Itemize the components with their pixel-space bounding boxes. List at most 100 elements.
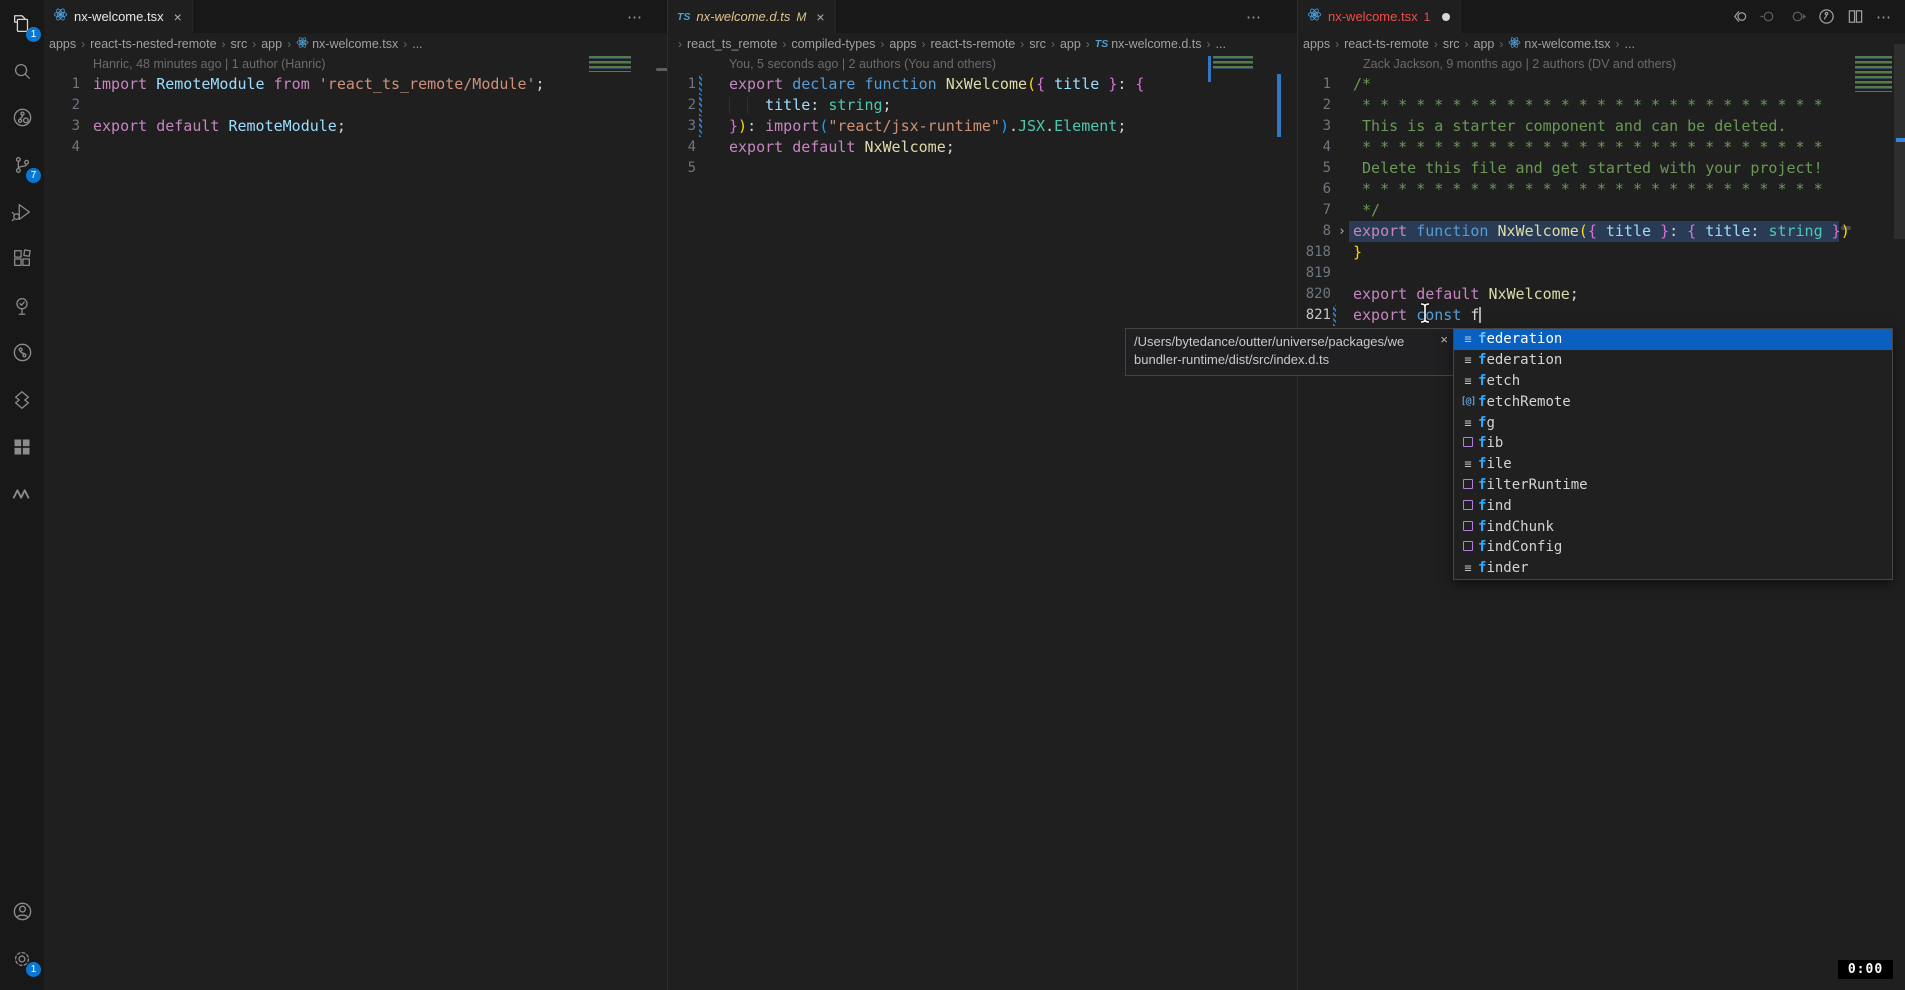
code-area[interactable]: 1export declare function NxWelcome({ tit… [668,74,1298,179]
minimap[interactable] [1213,56,1253,70]
previous-change-icon[interactable] [1760,8,1777,25]
breadcrumb-item[interactable]: react_ts_remote [687,37,777,51]
suggestion-item[interactable]: ≡federation [1454,350,1892,371]
code-line[interactable]: 821export const f [1298,305,1905,326]
breadcrumb-item[interactable]: nx-welcome.tsx [296,36,398,52]
code-line[interactable]: 6 * * * * * * * * * * * * * * * * * * * … [1298,179,1905,200]
breadcrumb-item[interactable]: react-ts-remote [1344,37,1429,51]
line-number: 4 [44,137,80,158]
minimap[interactable] [589,56,631,72]
code-line[interactable]: 5 Delete this file and get started with … [1298,158,1905,179]
typescript-file-icon: TS [1095,38,1108,50]
breadcrumb-item[interactable]: app [1060,37,1081,51]
more-actions-icon[interactable]: ⋯ [1876,8,1892,26]
code-line[interactable]: 818} [1298,242,1905,263]
code-line[interactable]: 4 * * * * * * * * * * * * * * * * * * * … [1298,137,1905,158]
wave-view-icon[interactable] [0,470,44,517]
extensions-icon[interactable] [0,235,44,282]
search-icon[interactable] [0,47,44,94]
suggestion-item[interactable]: filterRuntime [1454,475,1892,496]
suggestion-item[interactable]: findChunk [1454,516,1892,537]
code-line[interactable]: 3 This is a starter component and can be… [1298,116,1905,137]
close-icon[interactable]: × [1440,332,1448,347]
code-line[interactable]: 819 [1298,263,1905,284]
grid-view-icon[interactable] [0,423,44,470]
breadcrumb-item[interactable]: app [1474,37,1495,51]
split-editor-icon[interactable] [1847,8,1864,25]
path-line-1: /Users/bytedance/outter/universe/package… [1134,333,1430,350]
code-area[interactable]: 1/*2 * * * * * * * * * * * * * * * * * *… [1298,74,1905,326]
code-line[interactable]: 1import RemoteModule from 'react_ts_remo… [44,74,667,95]
breadcrumb-item[interactable]: react-ts-remote [931,37,1016,51]
suggestion-item[interactable]: ≡federation [1454,329,1892,350]
breadcrumb-separator: › [403,37,407,51]
minimap[interactable] [1855,56,1892,92]
navigate-back-icon[interactable] [1731,8,1748,25]
tab-bar: nx-welcome.tsx 1 ⋯ [1298,0,1905,33]
custom-view-icon[interactable] [0,376,44,423]
gitlens-icon[interactable] [0,94,44,141]
line-number: 3 [1298,116,1331,137]
unsaved-dot-icon[interactable] [1442,13,1450,21]
breadcrumb-item[interactable]: ... [412,37,422,51]
tab-nx-welcome-dts[interactable]: TS nx-welcome.d.ts M × [668,0,836,33]
code-line[interactable]: 7 */ [1298,200,1905,221]
code-line[interactable]: 820export default NxWelcome; [1298,284,1905,305]
code-area[interactable]: 1import RemoteModule from 'react_ts_remo… [44,74,667,158]
code-line[interactable]: 4 [44,137,667,158]
tab-close-icon[interactable]: × [816,9,824,25]
breadcrumb-item[interactable]: apps [1303,37,1330,51]
code-line[interactable]: 1export declare function NxWelcome({ tit… [668,74,1298,95]
breadcrumb-item[interactable]: apps [889,37,916,51]
more-actions-icon[interactable]: ⋯ [1246,8,1262,26]
settings-icon[interactable]: 1 [0,935,44,982]
breadcrumb-item[interactable]: src [1443,37,1460,51]
tab-nx-welcome-tsx[interactable]: nx-welcome.tsx × [44,0,193,33]
suggestion-item[interactable]: fib [1454,433,1892,454]
breadcrumb-item[interactable]: src [1029,37,1046,51]
code-line[interactable]: 2 * * * * * * * * * * * * * * * * * * * … [1298,95,1905,116]
breadcrumb-item[interactable]: TSnx-welcome.d.ts [1095,37,1202,51]
breadcrumb-item[interactable]: ... [1216,37,1226,51]
suggestion-item[interactable]: findConfig [1454,537,1892,558]
next-change-icon[interactable] [1789,8,1806,25]
breadcrumb-item[interactable]: react-ts-nested-remote [90,37,216,51]
code-line[interactable]: 4export default NxWelcome; [668,137,1298,158]
code-line[interactable]: 2 [44,95,667,116]
code-line[interactable]: 3export default RemoteModule; [44,116,667,137]
source-control-icon[interactable]: 7 [0,141,44,188]
tab-close-icon[interactable]: × [174,9,182,25]
breadcrumb-item[interactable]: src [231,37,248,51]
line-number: 820 [1298,284,1331,305]
breadcrumb-item[interactable]: app [261,37,282,51]
suggestion-item[interactable]: ≡fg [1454,412,1892,433]
symbol-module-icon [1458,499,1478,513]
gitlens-graph-icon[interactable] [1818,8,1835,25]
explorer-icon[interactable]: 1 [0,0,44,47]
code-line[interactable]: 1/* [1298,74,1905,95]
more-actions-icon[interactable]: ⋯ [627,8,643,26]
code-line[interactable]: 8›export function NxWelcome({ title }: {… [1298,221,1905,242]
suggestion-item[interactable]: find [1454,495,1892,516]
breadcrumb-item[interactable]: compiled-types [791,37,875,51]
suggestion-item[interactable]: [@]fetchRemote [1454,391,1892,412]
breadcrumb-separator: › [1465,37,1469,51]
code-line[interactable]: 2 title: string; [668,95,1298,116]
tree-view-icon[interactable] [0,282,44,329]
suggestion-label: fib [1478,435,1503,451]
breadcrumb-item[interactable]: ... [1625,37,1635,51]
suggestion-item[interactable]: ≡finder [1454,558,1892,579]
breadcrumb-item[interactable]: apps [49,37,76,51]
breadcrumb-separator: › [922,37,926,51]
tab-nx-welcome-tsx-dirty[interactable]: nx-welcome.tsx 1 [1298,0,1461,33]
code-text: export default RemoteModule; [80,116,346,137]
code-line[interactable]: 5 [668,158,1298,179]
accounts-icon[interactable] [0,888,44,935]
code-line[interactable]: 3}): import("react/jsx-runtime").JSX.Ele… [668,116,1298,137]
run-and-debug-icon[interactable] [0,188,44,235]
commit-graph-icon[interactable] [0,329,44,376]
suggestion-item[interactable]: ≡fetch [1454,371,1892,392]
suggestion-item[interactable]: ≡file [1454,454,1892,475]
breadcrumb-item[interactable]: nx-welcome.tsx [1508,36,1610,52]
code-text: title: string; [696,95,892,116]
